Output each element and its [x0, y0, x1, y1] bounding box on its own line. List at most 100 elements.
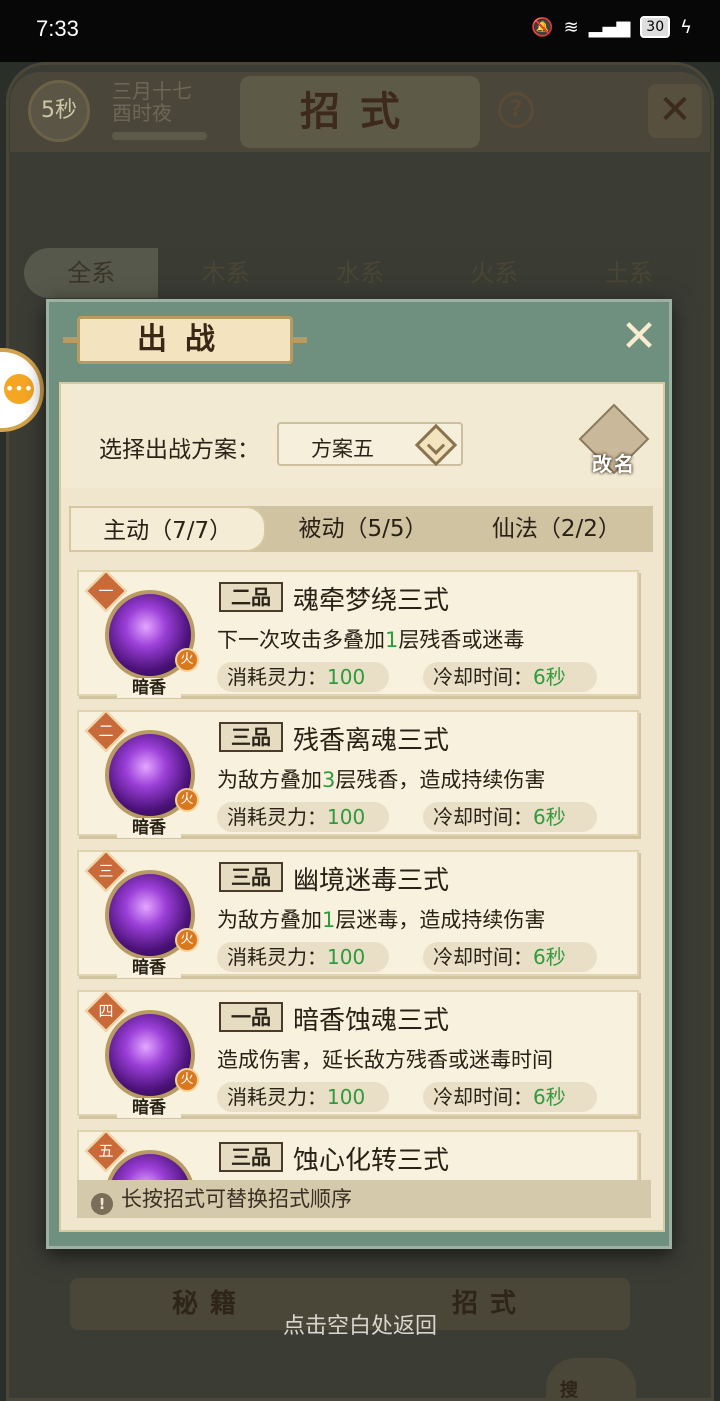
mana-cost: 消耗灵力：100: [217, 1082, 389, 1112]
timer-badge: 5秒: [28, 80, 90, 142]
tab-passive-skills[interactable]: 被动（5/5）: [266, 506, 459, 552]
cooldown-value: 6秒: [533, 665, 566, 689]
tab-spells[interactable]: 仙法（2/2）: [460, 506, 653, 552]
tab-wood[interactable]: 木系: [158, 248, 292, 298]
skill-school-tag: 暗香: [117, 818, 181, 838]
skill-name: 魂牵梦绕三式: [293, 586, 450, 616]
tab-fire[interactable]: 火系: [427, 248, 561, 298]
cooldown-label: 冷却时间：: [433, 945, 533, 969]
date-line-2: 酉时夜: [112, 101, 172, 125]
skill-card[interactable]: 四火暗香 一品 暗香蚀魂三式 造成伤害，延长敌方残香或迷毒时间 消耗灵力：100 冷却时间…: [77, 989, 639, 1118]
skill-school-tag: 暗香: [117, 1098, 181, 1118]
date-line-1: 三月十七: [112, 79, 192, 103]
rename-label: 改名: [592, 452, 636, 476]
time-progress-bar: [112, 132, 207, 140]
order-number: 一: [98, 582, 114, 600]
skill-card[interactable]: 五 三品 蚀心化转三式: [77, 1129, 639, 1180]
status-time: 7:33: [36, 16, 79, 41]
mana-cost: 消耗灵力：100: [217, 662, 389, 692]
skill-name: 幽境迷毒三式: [293, 866, 450, 896]
skill-description: 造成伤害，延长敌方残香或迷毒时间: [217, 1044, 553, 1074]
skill-description: 下一次攻击多叠加1层残香或迷毒: [217, 624, 524, 654]
grade-badge: 二品: [219, 582, 283, 612]
plan-label: 选择出战方案：: [99, 437, 260, 463]
cooldown-value: 6秒: [533, 805, 566, 829]
close-page-button[interactable]: ✕: [648, 84, 702, 138]
skill-list[interactable]: 一火暗香 二品 魂牵梦绕三式 下一次攻击多叠加1层残香或迷毒 消耗灵力：100 冷却时间：…: [77, 570, 651, 1180]
skill-type-tabs: 主动（7/7） 被动（5/5） 仙法（2/2）: [69, 506, 653, 552]
skill-name: 暗香蚀魂三式: [293, 1006, 450, 1036]
mana-cost-value: 100: [327, 805, 366, 829]
tab-earth[interactable]: 土系: [562, 248, 696, 298]
search-button[interactable]: 搜: [546, 1358, 636, 1401]
reorder-hint-text: 长按招式可替换招式顺序: [121, 1187, 352, 1211]
plan-select[interactable]: 方案五: [277, 422, 463, 467]
fire-element-icon: 火: [175, 1068, 199, 1092]
mana-cost-label: 消耗灵力：: [227, 805, 327, 829]
mana-cost-value: 100: [327, 665, 366, 689]
grade-badge: 三品: [219, 722, 283, 752]
desc-text: 为敌方叠加: [217, 768, 322, 792]
desc-number: 3: [322, 768, 336, 792]
assistant-icon: •••: [4, 374, 34, 404]
mana-cost-label: 消耗灵力：: [227, 1085, 327, 1109]
fire-element-icon: 火: [175, 648, 199, 672]
desc-text: 下一次攻击多叠加: [217, 628, 385, 652]
order-number: 五: [98, 1142, 114, 1160]
skill-description: 为敌方叠加3层残香，造成持续伤害: [217, 764, 545, 794]
reorder-hint: ! 长按招式可替换招式顺序: [77, 1180, 651, 1218]
game-date: 三月十七 酉时夜: [112, 80, 192, 124]
mana-cost-value: 100: [327, 1085, 366, 1109]
skill-school-tag: 暗香: [117, 958, 181, 978]
deploy-dialog: 出战 ✕ 选择出战方案： 方案五 改名 主动（7/7） 被动（5/5） 仙法（2…: [46, 299, 672, 1249]
plan-row: 选择出战方案： 方案五 改名: [61, 384, 663, 488]
desc-number: 1: [385, 628, 399, 652]
tap-to-return-hint[interactable]: 点击空白处返回: [0, 1308, 720, 1340]
signal-icon: ▂▄▆: [588, 16, 631, 38]
tab-active-skills[interactable]: 主动（7/7）: [69, 506, 267, 552]
cooldown-value: 6秒: [533, 945, 566, 969]
cooldown: 冷却时间：6秒: [423, 942, 597, 972]
desc-text: 为敌方叠加: [217, 908, 322, 932]
skill-school-tag: 暗香: [117, 678, 181, 698]
desc-text-tail: 层残香或迷毒: [398, 628, 525, 652]
mute-icon: 🔕: [531, 16, 554, 38]
skill-name: 残香离魂三式: [293, 726, 450, 756]
rename-button[interactable]: 改名: [578, 403, 650, 476]
cooldown-label: 冷却时间：: [433, 1085, 533, 1109]
order-number: 二: [98, 722, 114, 740]
skill-name: 蚀心化转三式: [293, 1146, 450, 1176]
help-button[interactable]: ?: [498, 92, 534, 128]
battery-icon: 30: [640, 16, 671, 38]
cooldown: 冷却时间：6秒: [423, 1082, 597, 1112]
status-icons: 🔕 ≋ ▂▄▆ 30 ϟ: [531, 16, 692, 38]
desc-text: 造成伤害，延长敌方残香或迷毒时间: [217, 1048, 553, 1072]
dialog-body: 选择出战方案： 方案五 改名 主动（7/7） 被动（5/5） 仙法（2/2） 一…: [59, 382, 665, 1232]
cooldown: 冷却时间：6秒: [423, 662, 597, 692]
skill-card[interactable]: 二火暗香 三品 残香离魂三式 为敌方叠加3层残香，造成持续伤害 消耗灵力：100 冷却时间…: [77, 709, 639, 838]
grade-badge: 三品: [219, 862, 283, 892]
tab-water[interactable]: 水系: [293, 248, 427, 298]
desc-text-tail: 层残香，造成持续伤害: [335, 768, 546, 792]
mana-cost: 消耗灵力：100: [217, 942, 389, 972]
element-tabs: 全系 木系 水系 火系 土系: [24, 248, 696, 298]
grade-badge: 三品: [219, 1142, 283, 1172]
mana-cost-value: 100: [327, 945, 366, 969]
order-number: 四: [98, 1002, 114, 1020]
cooldown: 冷却时间：6秒: [423, 802, 597, 832]
skill-description: 为敌方叠加1层迷毒，造成持续伤害: [217, 904, 545, 934]
charging-icon: ϟ: [680, 16, 692, 38]
tab-all[interactable]: 全系: [24, 248, 159, 298]
chevron-down-icon: [414, 423, 458, 467]
fire-element-icon: 火: [175, 928, 199, 952]
fire-element-icon: 火: [175, 788, 199, 812]
wifi-icon: ≋: [563, 16, 579, 38]
skill-card[interactable]: 一火暗香 二品 魂牵梦绕三式下一次攻击多叠加1层残香或迷毒 消耗灵力：100 冷却时间：…: [77, 570, 639, 698]
dialog-title: 出战: [63, 316, 307, 364]
cooldown-value: 6秒: [533, 1085, 566, 1109]
plan-value: 方案五: [311, 437, 374, 461]
skill-card[interactable]: 三火暗香 三品 幽境迷毒三式 为敌方叠加1层迷毒，造成持续伤害 消耗灵力：100 冷却时间…: [77, 849, 639, 978]
info-icon: !: [91, 1193, 113, 1215]
dialog-close-button[interactable]: ✕: [615, 314, 663, 362]
page-title: 招式: [240, 76, 480, 148]
